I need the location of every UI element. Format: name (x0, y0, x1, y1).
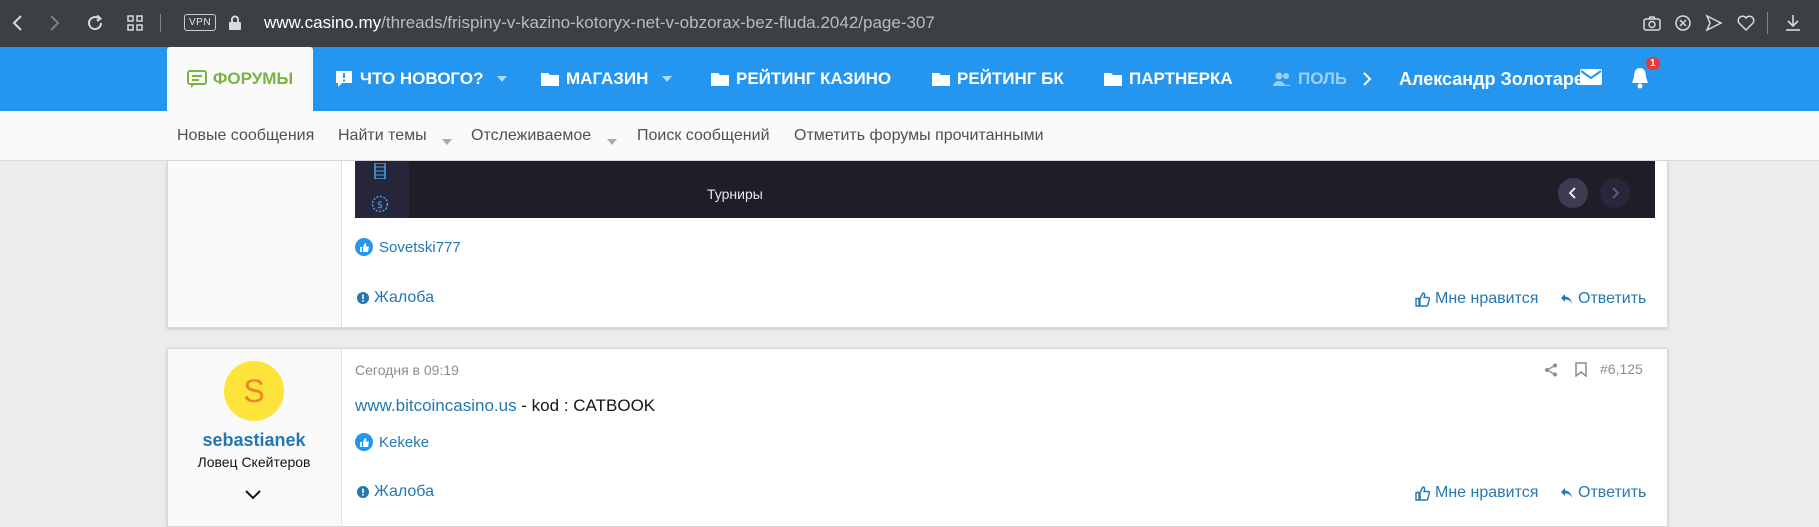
report-label: Жалоба (374, 289, 434, 306)
coin-icon: $ (371, 195, 389, 217)
embedded-image[interactable]: $ Турниры (355, 161, 1655, 218)
tabs-grid-icon[interactable] (124, 12, 146, 34)
url-path: /threads/frispiny-v-kazino-kotoryx-net-v… (381, 13, 935, 32)
share-icon[interactable] (1544, 363, 1558, 381)
thumbs-up-icon (1415, 485, 1430, 501)
like-reaction-icon (355, 238, 373, 256)
folder-icon (710, 71, 730, 87)
subnav-find-threads[interactable]: Найти темы (338, 127, 427, 145)
tab-partner[interactable]: ПАРТНЕРКА (1103, 47, 1233, 111)
post-username[interactable]: sebastianek (167, 430, 341, 451)
chevron-down-icon[interactable] (607, 132, 617, 149)
post-user-column (168, 161, 342, 327)
avatar[interactable]: S (224, 361, 284, 421)
vpn-badge[interactable]: VPN (184, 14, 217, 31)
film-icon (373, 162, 387, 183)
bookmark-icon[interactable] (1575, 362, 1587, 381)
notification-badge: 1 (1646, 57, 1660, 70)
tab-shop-label: МАГАЗИН (566, 69, 649, 88)
reply-label: Ответить (1578, 290, 1647, 307)
mail-icon[interactable] (1580, 69, 1602, 89)
embed-prev-button[interactable] (1558, 178, 1588, 208)
folder-icon (1103, 71, 1123, 87)
camera-icon[interactable] (1641, 12, 1663, 34)
tab-whats-new[interactable]: ЧТО НОВОГО? (334, 47, 508, 111)
subnav-mark-read[interactable]: Отметить форумы прочитанными (794, 127, 1044, 145)
comment-alert-icon (334, 70, 354, 88)
post-body-code: CATBOOK (573, 396, 656, 415)
like-label: Мне нравится (1435, 290, 1539, 307)
nav-scroll-right-icon[interactable] (1362, 71, 1372, 91)
report-button[interactable]: Жалоба (357, 289, 434, 307)
alert-icon (357, 292, 369, 304)
url-host: www.casino.my (264, 13, 382, 32)
forum-icon (186, 70, 207, 88)
address-bar[interactable]: www.casino.my/threads/frispiny-v-kazino-… (264, 13, 935, 33)
like-reaction-icon (355, 433, 373, 451)
post-number-link[interactable]: #6,125 (1600, 361, 1643, 377)
subnav-new-posts[interactable]: Новые сообщения (177, 127, 314, 145)
reactions-bar: Kekeke (355, 433, 429, 451)
svg-text:$: $ (377, 200, 383, 211)
tab-users[interactable]: ПОЛЬ (1272, 47, 1346, 111)
lock-icon[interactable] (224, 12, 246, 34)
post-body: www.bitcoincasino.us - kod : CATBOOK (355, 396, 655, 416)
chevron-down-icon[interactable] (442, 132, 452, 149)
tab-forums[interactable]: ФОРУМЫ (167, 47, 313, 111)
user-menu[interactable]: Александр Золотарев (1399, 47, 1589, 111)
like-label: Мне нравится (1435, 484, 1539, 501)
back-icon[interactable] (6, 12, 28, 34)
tab-casino-rating[interactable]: РЕЙТИНГ КАЗИНО (710, 47, 891, 111)
toolbar-separator (1767, 12, 1768, 34)
toolbar-separator (160, 14, 161, 32)
post-body-text: - kod : (516, 396, 574, 415)
tab-bk-rating[interactable]: РЕЙТИНГ БК (931, 47, 1064, 111)
forward-icon[interactable] (44, 12, 66, 34)
chevron-down-icon[interactable] (497, 76, 508, 82)
folder-icon (931, 71, 951, 87)
reply-label: Ответить (1578, 484, 1647, 501)
tab-casino-rating-label: РЕЙТИНГ КАЗИНО (736, 69, 892, 88)
download-icon[interactable] (1782, 12, 1804, 34)
tab-forums-label: ФОРУМЫ (212, 69, 294, 88)
chevron-down-icon[interactable] (244, 487, 262, 504)
forum-nav-bar: ФОРУМЫ ЧТО НОВОГО? МАГАЗИН РЕЙТИНГ КАЗИН… (0, 47, 1819, 111)
subnav-watched[interactable]: Отслеживаемое (471, 127, 591, 145)
tab-whats-new-label: ЧТО НОВОГО? (360, 69, 484, 88)
chevron-down-icon[interactable] (662, 76, 673, 82)
reload-icon[interactable] (84, 12, 106, 34)
reactions-bar: Sovetski777 (355, 238, 461, 256)
like-button[interactable]: Мне нравится (1415, 290, 1538, 308)
subnav-search-posts[interactable]: Поиск сообщений (637, 127, 770, 145)
block-icon[interactable] (1672, 12, 1694, 34)
tab-partner-label: ПАРТНЕРКА (1129, 69, 1233, 88)
reaction-user-link[interactable]: Kekeke (379, 434, 429, 451)
browser-toolbar: VPN www.casino.my/threads/frispiny-v-kaz… (0, 0, 1819, 47)
users-icon (1272, 71, 1292, 87)
reply-button[interactable]: Ответить (1560, 290, 1646, 308)
reply-icon (1560, 487, 1573, 499)
tab-shop[interactable]: МАГАЗИН (540, 47, 673, 111)
alert-icon (357, 486, 369, 498)
post-date[interactable]: Сегодня в 09:19 (355, 362, 459, 378)
folder-icon (540, 71, 560, 87)
heart-icon[interactable] (1735, 12, 1757, 34)
tab-users-label: ПОЛЬ (1298, 69, 1346, 88)
report-label: Жалоба (374, 483, 434, 500)
post-body-link[interactable]: www.bitcoincasino.us (355, 396, 517, 415)
embed-sidebar: $ (355, 161, 409, 218)
send-icon[interactable] (1703, 12, 1725, 34)
reply-button[interactable]: Ответить (1560, 484, 1646, 502)
reaction-user-link[interactable]: Sovetski777 (379, 239, 461, 256)
bell-icon[interactable] (1630, 67, 1650, 93)
tab-bk-rating-label: РЕЙТИНГ БК (957, 69, 1064, 88)
like-button[interactable]: Мне нравится (1415, 484, 1538, 502)
thumbs-up-icon (1415, 291, 1430, 307)
embed-title: Турниры (707, 186, 763, 202)
report-button[interactable]: Жалоба (357, 483, 434, 501)
post-user-title: Ловец Скейтеров (197, 454, 311, 470)
embed-next-button[interactable] (1600, 178, 1630, 208)
reply-icon (1560, 293, 1573, 305)
sub-nav-bar: Новые сообщения Найти темы Отслеживаемое… (0, 111, 1819, 161)
